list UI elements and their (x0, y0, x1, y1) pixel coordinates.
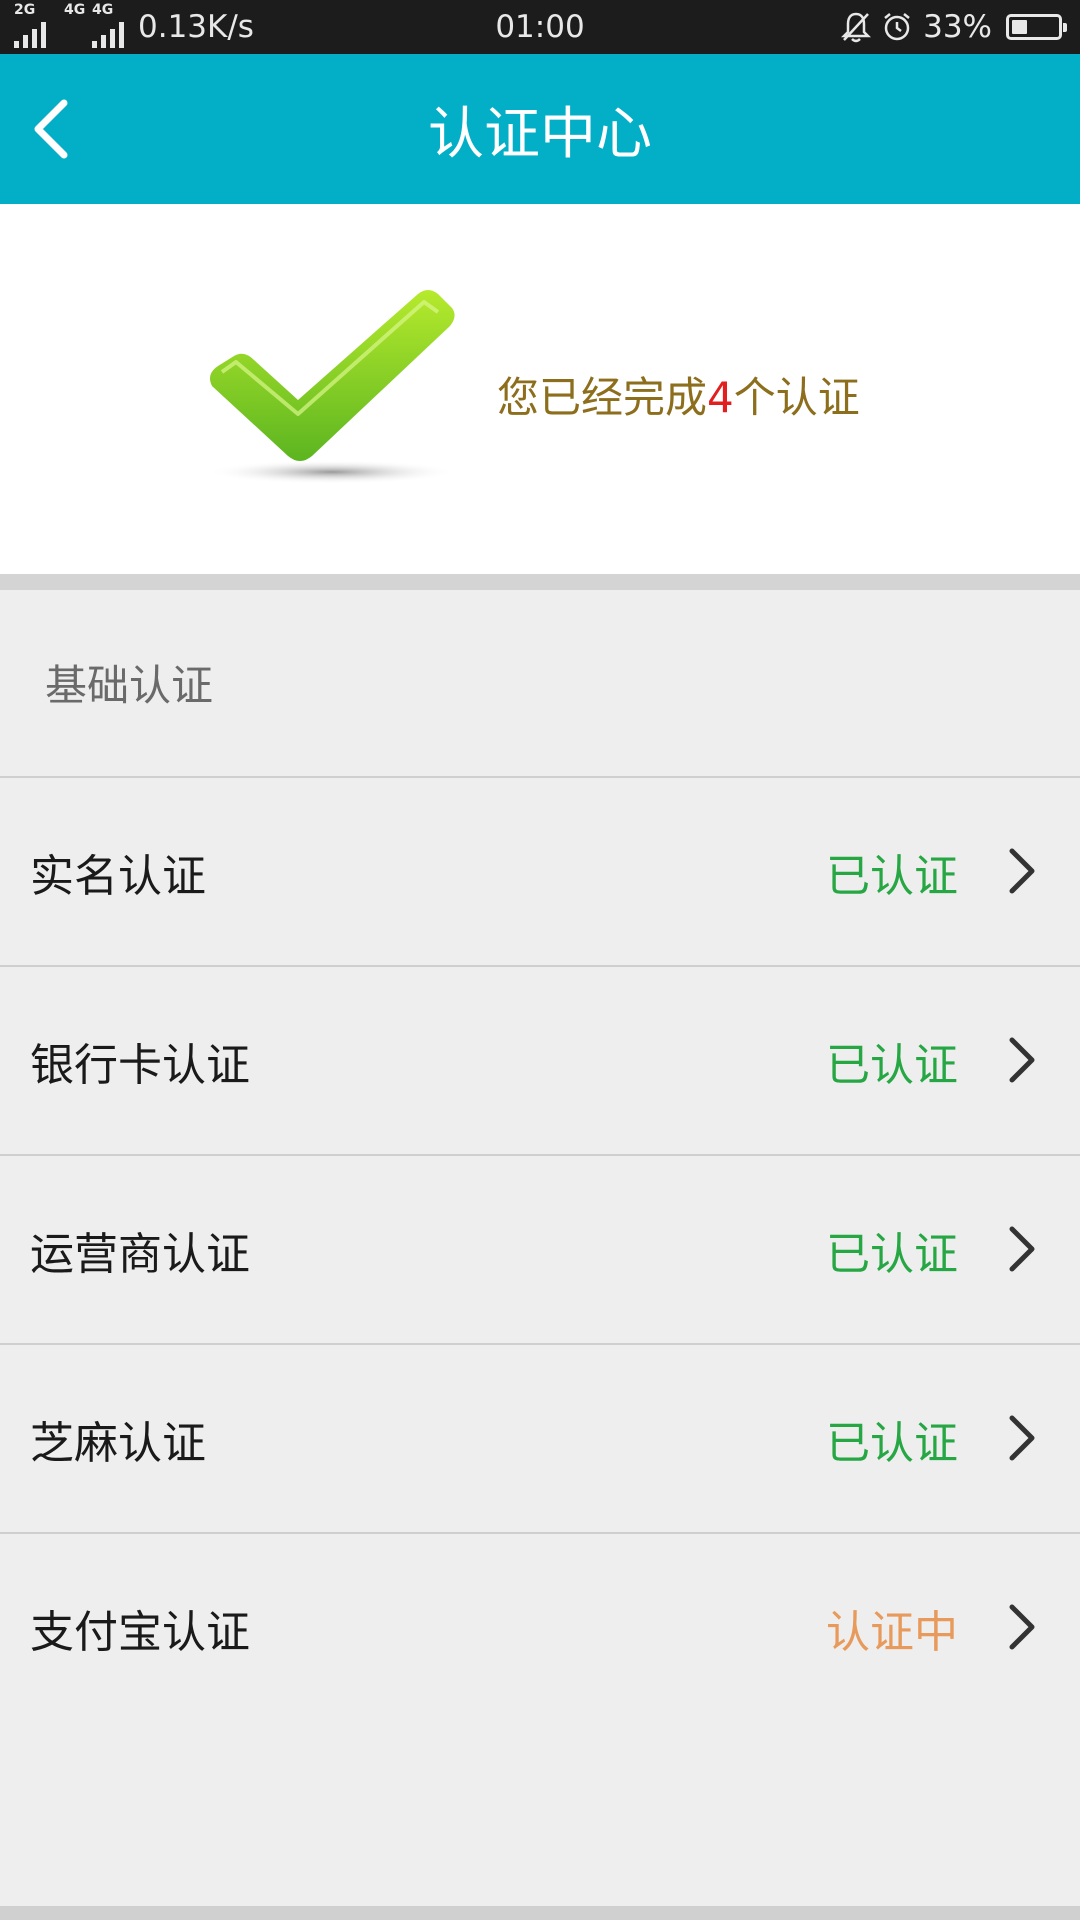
status-right: 33% (841, 0, 1067, 54)
list-item[interactable]: 支付宝认证 认证中 (0, 1532, 1080, 1721)
list-item[interactable]: 实名认证 已认证 (0, 776, 1080, 965)
list-item[interactable]: 运营商认证 已认证 (0, 1154, 1080, 1343)
verification-list: 实名认证 已认证 银行卡认证 已认证 运营商认证 已认证 芝麻认证 已认证 支付… (0, 776, 1080, 1721)
alarm-icon (881, 11, 913, 43)
app-header: 认证中心 (0, 54, 1080, 204)
section-title: 基础认证 (45, 661, 214, 710)
battery-level (1012, 20, 1027, 34)
item-status: 已认证 (826, 1417, 958, 1469)
list-item[interactable]: 银行卡认证 已认证 (0, 965, 1080, 1154)
item-status: 已认证 (826, 1228, 958, 1280)
battery-icon (1006, 14, 1067, 40)
item-label: 实名认证 (30, 850, 206, 902)
completed-count: 4 (707, 373, 734, 422)
page-title: 认证中心 (428, 101, 652, 167)
chevron-right-icon (1009, 848, 1035, 894)
chevron-right-icon (1009, 1415, 1035, 1461)
section-divider (0, 574, 1080, 590)
list-item[interactable]: 芝麻认证 已认证 (0, 1343, 1080, 1532)
item-label: 运营商认证 (30, 1228, 250, 1280)
chevron-right-icon (1009, 1604, 1035, 1650)
item-status: 认证中 (826, 1606, 958, 1658)
summary-text: 您已经完成4个认证 (497, 364, 860, 425)
battery-percentage: 33% (923, 9, 992, 45)
verification-summary: 您已经完成4个认证 (0, 204, 1080, 574)
bell-off-icon (841, 11, 872, 43)
summary-text-after: 个认证 (733, 373, 860, 422)
item-label: 银行卡认证 (30, 1039, 250, 1091)
item-label: 芝麻认证 (30, 1417, 206, 1469)
item-status: 已认证 (826, 850, 958, 902)
item-label: 支付宝认证 (30, 1606, 250, 1658)
item-status: 已认证 (826, 1039, 958, 1091)
chevron-right-icon (1009, 1226, 1035, 1272)
summary-text-before: 您已经完成 (497, 373, 708, 422)
bottom-edge (0, 1906, 1080, 1920)
check-mark-icon (200, 274, 480, 494)
status-bar: 2G 4G 4G 0.13K/s 01:00 33% (0, 0, 1080, 54)
chevron-right-icon (1009, 1037, 1035, 1083)
